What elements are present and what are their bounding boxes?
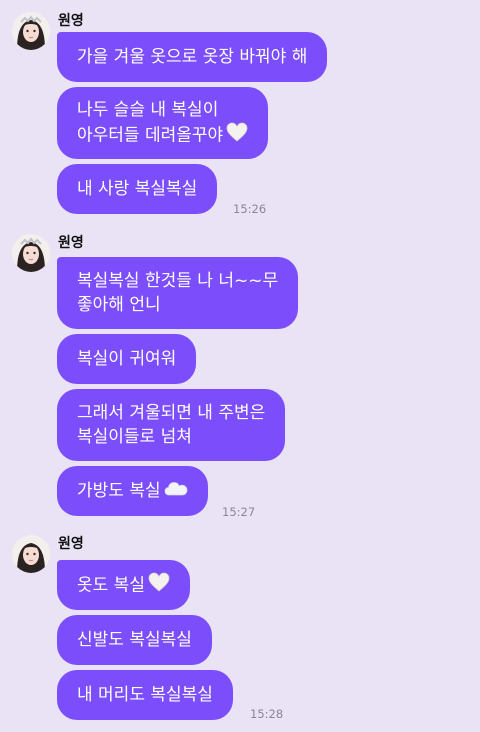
message-text: 신발도 복실복실 <box>77 630 192 650</box>
message-bubble[interactable]: 복실복실 한것들 나 너~~무 좋아해 언니 <box>57 257 299 329</box>
message-text: 복실복실 한것들 나 너~~무 좋아해 언니 <box>77 271 279 315</box>
message-text: 그래서 겨울되면 내 주변은 복실이들로 넘쳐 <box>77 403 266 447</box>
message-bubble[interactable]: 복실이 귀여워 <box>57 334 197 384</box>
message-bubble[interactable]: 신발도 복실복실 <box>57 615 212 665</box>
avatar[interactable] <box>12 535 50 573</box>
avatar[interactable] <box>12 234 50 272</box>
message-bubble[interactable]: 옷도 복실 <box>57 560 190 610</box>
message-bubble[interactable]: 내 머리도 복실복실 <box>57 670 233 720</box>
white-heart-icon <box>226 122 248 149</box>
message-bubble[interactable]: 가을 겨울 옷으로 옷장 바꿔야 해 <box>57 32 328 82</box>
message-bubble[interactable]: 내 사랑 복실복실 <box>57 164 218 214</box>
message-text: 나두 슬슬 내 복실이 아우터들 데려올꾸야 <box>77 98 248 149</box>
avatar[interactable] <box>12 12 50 50</box>
message-bubble[interactable]: 가방도 복실 <box>57 466 208 516</box>
message-timestamp: 15:26 <box>233 202 267 216</box>
message-timestamp: 15:28 <box>250 707 284 721</box>
message-text: 복실이 귀여워 <box>77 349 177 369</box>
message-timestamp: 15:27 <box>222 505 256 519</box>
message-bubble[interactable]: 그래서 겨울되면 내 주변은 복실이들로 넘쳐 <box>57 389 286 461</box>
cloud-icon <box>164 479 188 503</box>
message-bubble[interactable]: 나두 슬슬 내 복실이 아우터들 데려올꾸야 <box>57 87 269 159</box>
sender-name: 원영 <box>58 13 84 29</box>
message-text: 옷도 복실 <box>77 572 170 599</box>
message-text: 가을 겨울 옷으로 옷장 바꿔야 해 <box>77 47 308 67</box>
message-text: 가방도 복실 <box>77 479 188 503</box>
white-heart-icon <box>148 572 170 599</box>
sender-name: 원영 <box>58 235 84 251</box>
message-text: 내 사랑 복실복실 <box>77 179 198 199</box>
sender-name: 원영 <box>58 536 84 552</box>
message-text: 내 머리도 복실복실 <box>77 685 213 705</box>
